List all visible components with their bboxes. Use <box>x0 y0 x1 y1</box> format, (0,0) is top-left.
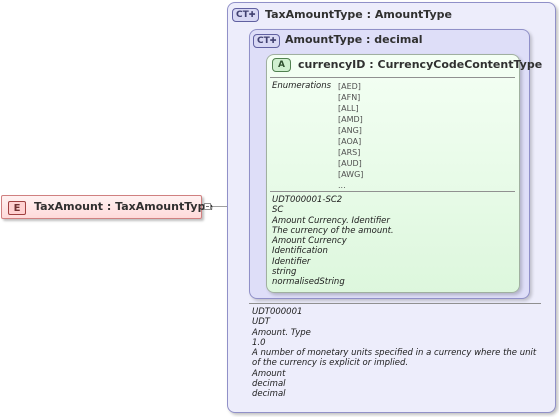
element-taxamount[interactable]: E TaxAmount : TaxAmountType <box>1 195 213 219</box>
annotation-line: string <box>272 267 297 278</box>
minus-icon <box>206 206 209 207</box>
enum-value: [AMD] <box>338 115 363 124</box>
annotation-line: Amount. Type <box>252 327 311 338</box>
base-type-badge: CT✚ <box>253 34 280 48</box>
annotation-line: Amount Currency. Identifier <box>272 215 390 226</box>
annotation-line: UDT <box>252 317 270 328</box>
attribute-annotations: UDT000001-SC2 SC Amount Currency. Identi… <box>272 195 394 288</box>
enum-value: [ANG] <box>338 126 362 135</box>
element-separator: : <box>106 200 112 213</box>
annotation-line: The currency of the amount. <box>272 225 394 236</box>
enum-value: ... <box>338 181 346 190</box>
annotation-line: Identification <box>272 246 328 257</box>
complex-type-badge: CT✚ <box>232 8 259 22</box>
enum-value: [AWG] <box>338 170 364 179</box>
element-label: TaxAmount : TaxAmountType <box>34 200 213 213</box>
annotation-line: UDT000001 <box>252 307 303 317</box>
complex-type-name: TaxAmountType <box>265 8 363 21</box>
enumerations-label: Enumerations <box>272 81 332 91</box>
annotation-line: UDT000001-SC2 <box>272 195 343 205</box>
enum-value: [AOA] <box>338 137 362 146</box>
attribute-title: currencyID : CurrencyCodeContentType <box>298 58 543 71</box>
base-type-title: AmountType : decimal <box>285 33 423 46</box>
complex-type-title: TaxAmountType : AmountType <box>265 8 453 21</box>
enum-value: [ALL] <box>338 104 359 113</box>
attribute-type: CurrencyCodeContentType <box>377 58 543 71</box>
element-name: TaxAmount <box>34 200 104 213</box>
annotation-line: A number of monetary units specified in … <box>252 348 537 369</box>
complex-type-base: AmountType <box>374 8 453 21</box>
enumerations-list: [AED] [AFN] [ALL] [AMD] [ANG] [AOA] [ARS… <box>338 81 363 191</box>
annotation-line: normalisedString <box>272 277 345 288</box>
element-type: TaxAmountType <box>115 200 213 213</box>
annotation-line: Identifier <box>272 256 311 267</box>
base-type-base: decimal <box>374 33 423 46</box>
enum-value: [ARS] <box>338 148 361 157</box>
attribute-name: currencyID <box>298 58 366 71</box>
attribute-enum-divider <box>270 191 515 192</box>
enum-value: [AED] <box>338 82 361 91</box>
annotation-line: decimal <box>252 379 286 390</box>
enum-value: [AUD] <box>338 159 362 168</box>
element-badge: E <box>8 201 26 215</box>
annotation-line: Amount Currency <box>272 236 347 247</box>
annotation-line: SC <box>272 205 284 216</box>
annotation-line: Amount <box>252 368 286 379</box>
attribute-title-divider <box>270 77 515 78</box>
connector-element-to-type <box>211 206 227 207</box>
complex-type-divider <box>249 303 541 304</box>
attribute-badge: A <box>272 58 291 72</box>
base-type-name: AmountType <box>285 33 363 46</box>
complex-type-annotations: UDT000001 UDT Amount. Type 1.0 A number … <box>252 307 544 400</box>
expand-collapse-toggle[interactable] <box>204 203 211 210</box>
annotation-line: decimal <box>252 389 286 400</box>
annotation-line: 1.0 <box>252 337 266 348</box>
enum-value: [AFN] <box>338 93 361 102</box>
